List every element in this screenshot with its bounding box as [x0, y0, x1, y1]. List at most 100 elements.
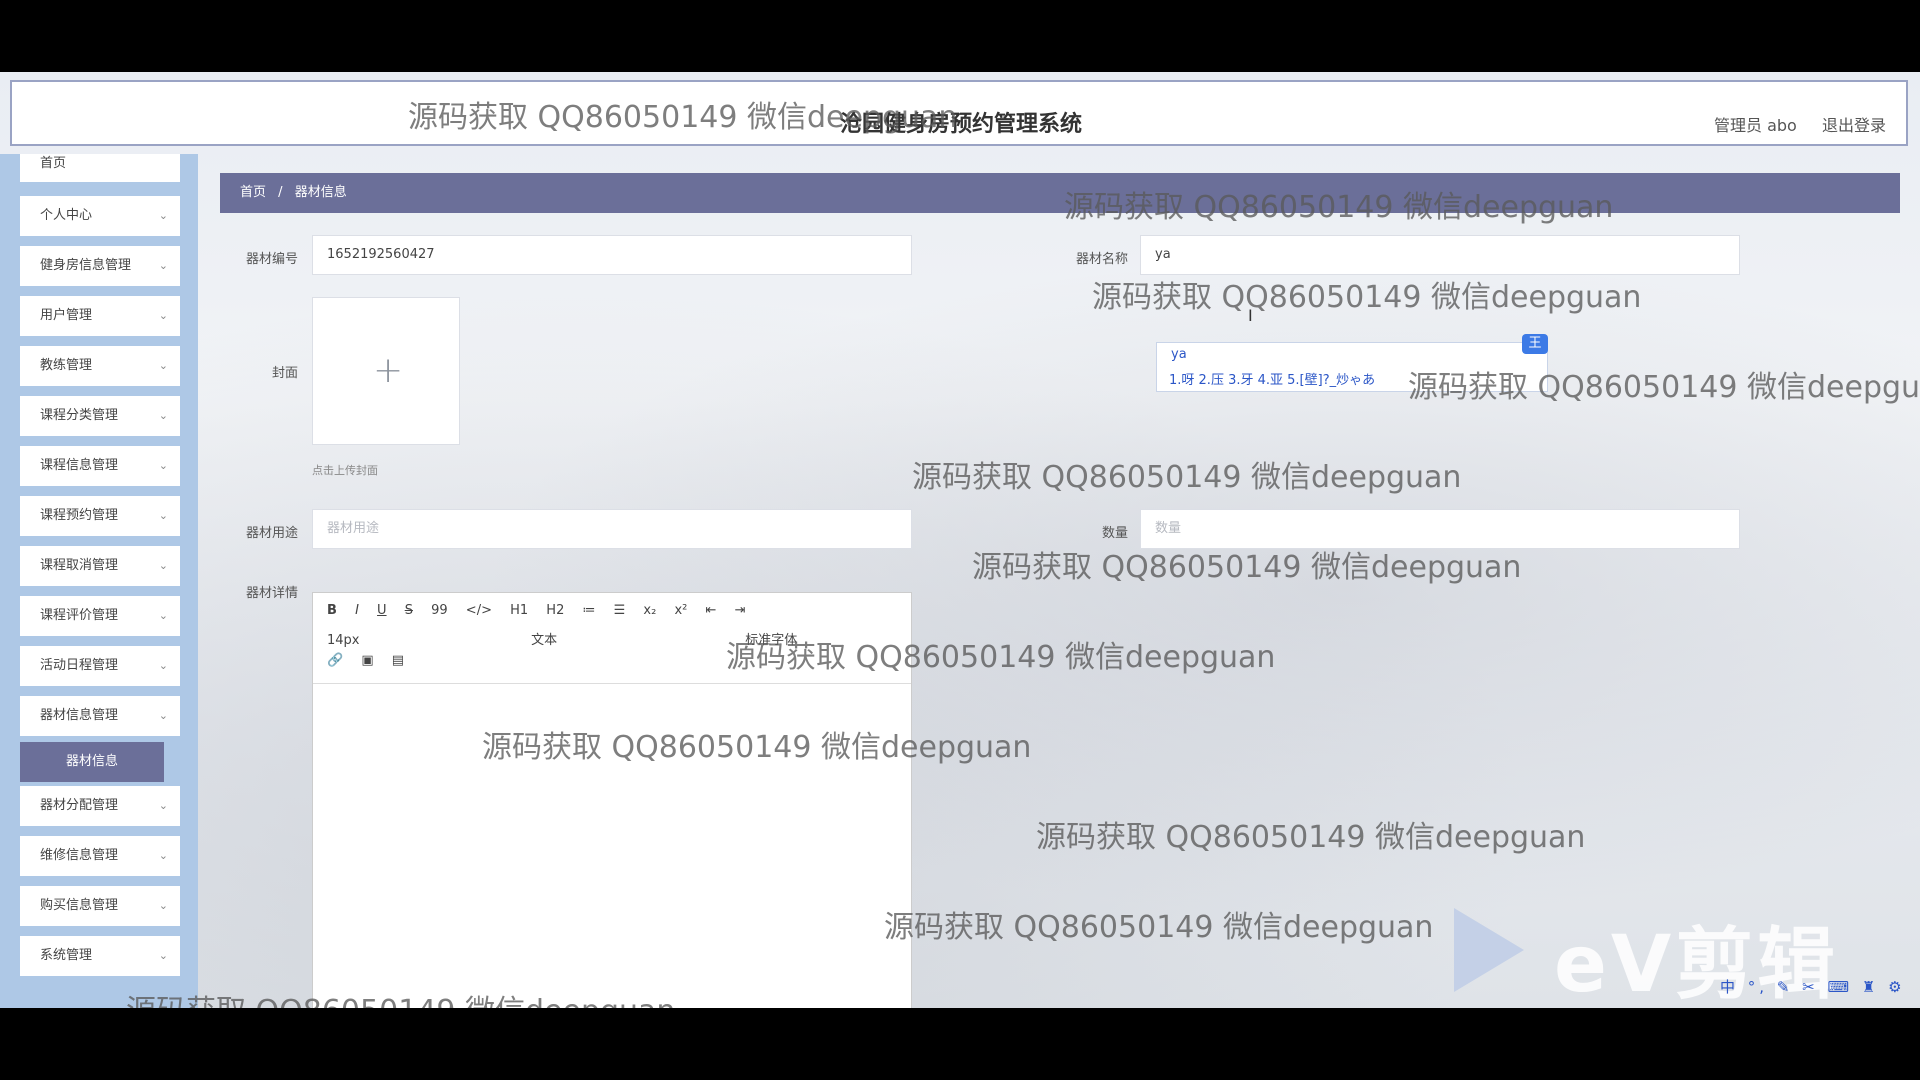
editor-divider — [313, 683, 911, 684]
sidebar-item-label: 课程信息管理 — [40, 458, 119, 473]
rich-text-editor[interactable]: B I U S 99 </> H1 H2 ≔ ☰ x₂ x² ⇤ ⇥ 14px … — [312, 592, 912, 1008]
admin-username[interactable]: 管理员 abo — [1714, 112, 1797, 136]
ev-play-logo-icon — [1454, 908, 1524, 992]
equip-name-field[interactable]: ya — [1140, 235, 1740, 275]
qty-field[interactable]: 数量 — [1140, 509, 1740, 549]
sidebar-item-label: 系统管理 — [40, 948, 93, 963]
chevron-down-icon: ⌄ — [158, 799, 168, 812]
top-header: 沧园健身房预约管理系统 管理员 abo 退出登录 — [10, 80, 1908, 146]
logout-link[interactable]: 退出登录 — [1822, 112, 1886, 136]
underline-button[interactable]: U — [377, 603, 387, 618]
ime-candidate-panel[interactable]: ya 1.呀 2.压 3.牙 4.亚 5.[壁]?_炒ゃあ — [1156, 342, 1548, 392]
sidebar-item-label: 首页 — [40, 156, 67, 171]
sidebar-item-profile[interactable]: 个人中心 ⌄ — [20, 196, 180, 236]
breadcrumb-home[interactable]: 首页 — [240, 185, 266, 200]
sidebar-item-label: 课程评价管理 — [40, 608, 119, 623]
sidebar-item-course-info[interactable]: 课程信息管理 ⌄ — [20, 446, 180, 486]
h1-button[interactable]: H1 — [510, 603, 528, 618]
editor-toolbar-row-1: B I U S 99 </> H1 H2 ≔ ☰ x₂ x² ⇤ ⇥ — [327, 603, 759, 623]
sidebar-item-label: 课程取消管理 — [40, 558, 119, 573]
sidebar-item-label: 器材分配管理 — [40, 798, 119, 813]
text-cursor-icon: I — [1248, 306, 1253, 325]
sidebar-item-home[interactable]: 首页 — [20, 154, 180, 182]
quote-button[interactable]: 99 — [431, 603, 448, 618]
sidebar-item-label: 健身房信息管理 — [40, 258, 132, 273]
editor-toolbar-row-2: 14px 文本 标准字体 — [327, 629, 797, 649]
sidebar-item-label: 教练管理 — [40, 358, 93, 373]
font-family-select[interactable]: 标准字体 — [745, 629, 797, 648]
equip-no-label: 器材编号 — [245, 252, 298, 267]
text-type-select[interactable]: 文本 — [531, 629, 651, 648]
sidebar-item-course-category[interactable]: 课程分类管理 ⌄ — [20, 396, 180, 436]
font-size-select[interactable]: 14px — [327, 633, 437, 648]
cover-upload-button[interactable]: + — [312, 297, 460, 445]
equip-name-label: 器材名称 — [1075, 252, 1128, 267]
code-button[interactable]: </> — [466, 603, 492, 618]
sidebar-item-users[interactable]: 用户管理 ⌄ — [20, 296, 180, 336]
chevron-down-icon: ⌄ — [158, 659, 168, 672]
sidebar-item-gym-info[interactable]: 健身房信息管理 ⌄ — [20, 246, 180, 286]
bullet-list-button[interactable]: ☰ — [614, 603, 626, 618]
cover-upload-tip: 点击上传封面 — [312, 464, 378, 477]
plus-icon: + — [373, 350, 404, 391]
sidebar-item-activity-schedule[interactable]: 活动日程管理 ⌄ — [20, 646, 180, 686]
superscript-button[interactable]: x² — [674, 603, 687, 618]
link-icon[interactable]: 🔗 — [327, 653, 343, 668]
chevron-down-icon: ⌄ — [158, 359, 168, 372]
usage-field[interactable]: 器材用途 — [312, 509, 912, 549]
sidebar-item-label: 活动日程管理 — [40, 658, 119, 673]
ordered-list-button[interactable]: ≔ — [582, 603, 595, 618]
sidebar-item-label: 用户管理 — [40, 308, 93, 323]
sidebar-item-repair[interactable]: 维修信息管理 ⌄ — [20, 836, 180, 876]
outdent-button[interactable]: ⇤ — [706, 603, 717, 618]
app-window: 沧园健身房预约管理系统 管理员 abo 退出登录 首页 个人中心 ⌄ 健身房信息管… — [0, 72, 1920, 1008]
ime-toolbar-tray[interactable]: 中 °, ✎ ✂ ⌨ ♜ ⚙ — [1720, 976, 1906, 997]
chevron-down-icon: ⌄ — [158, 559, 168, 572]
bold-button[interactable]: B — [327, 603, 337, 618]
ime-pinyin: ya — [1171, 347, 1187, 362]
cover-label: 封面 — [271, 366, 298, 381]
subscript-button[interactable]: x₂ — [643, 603, 656, 618]
ime-candidates[interactable]: 1.呀 2.压 3.牙 4.亚 5.[壁]?_炒ゃあ — [1169, 369, 1375, 388]
chevron-down-icon: ⌄ — [158, 259, 168, 272]
chevron-down-icon: ⌄ — [158, 309, 168, 322]
italic-button[interactable]: I — [355, 603, 359, 618]
video-icon[interactable]: ▤ — [392, 653, 404, 668]
chevron-down-icon: ⌄ — [158, 609, 168, 622]
strike-button[interactable]: S — [405, 603, 413, 618]
breadcrumb-current: 器材信息 — [294, 185, 347, 200]
sidebar-item-course-cancel[interactable]: 课程取消管理 ⌄ — [20, 546, 180, 586]
sidebar-item-label: 器材信息管理 — [40, 708, 119, 723]
detail-label: 器材详情 — [245, 586, 298, 601]
sidebar-item-label: 个人中心 — [40, 208, 93, 223]
chevron-down-icon: ⌄ — [158, 899, 168, 912]
chevron-down-icon: ⌄ — [158, 459, 168, 472]
chevron-down-icon: ⌄ — [158, 509, 168, 522]
ime-logo-icon: 王 — [1522, 334, 1548, 354]
sidebar-item-course-booking[interactable]: 课程预约管理 ⌄ — [20, 496, 180, 536]
sidebar-item-coaches[interactable]: 教练管理 ⌄ — [20, 346, 180, 386]
breadcrumb: 首页 / 器材信息 — [220, 173, 1900, 213]
chevron-down-icon: ⌄ — [158, 849, 168, 862]
h2-button[interactable]: H2 — [546, 603, 564, 618]
usage-label: 器材用途 — [245, 526, 298, 541]
watermark-text: 源码获取 QQ86050149 微信deepguan — [912, 460, 1462, 495]
breadcrumb-separator: / — [278, 185, 283, 200]
sidebar-item-purchase[interactable]: 购买信息管理 ⌄ — [20, 886, 180, 926]
indent-button[interactable]: ⇥ — [735, 603, 746, 618]
system-title: 沧园健身房预约管理系统 — [840, 112, 1083, 137]
watermark-text: 源码获取 QQ86050149 微信deepguan — [1036, 820, 1586, 855]
sidebar-item-equipment-allocation[interactable]: 器材分配管理 ⌄ — [20, 786, 180, 826]
equip-no-field[interactable]: 1652192560427 — [312, 235, 912, 275]
sidebar-item-label: 购买信息管理 — [40, 898, 119, 913]
sidebar-item-label: 维修信息管理 — [40, 848, 119, 863]
sidebar-item-course-review[interactable]: 课程评价管理 ⌄ — [20, 596, 180, 636]
chevron-down-icon: ⌄ — [158, 409, 168, 422]
sidebar-subitem-equipment-info[interactable]: 器材信息 — [20, 742, 164, 782]
sidebar-item-equipment[interactable]: 器材信息管理 ⌄ — [20, 696, 180, 736]
sidebar-item-label: 课程预约管理 — [40, 508, 119, 523]
chevron-down-icon: ⌄ — [158, 949, 168, 962]
image-icon[interactable]: ▣ — [361, 653, 373, 668]
qty-label: 数量 — [1101, 526, 1128, 541]
sidebar-item-system[interactable]: 系统管理 ⌄ — [20, 936, 180, 976]
